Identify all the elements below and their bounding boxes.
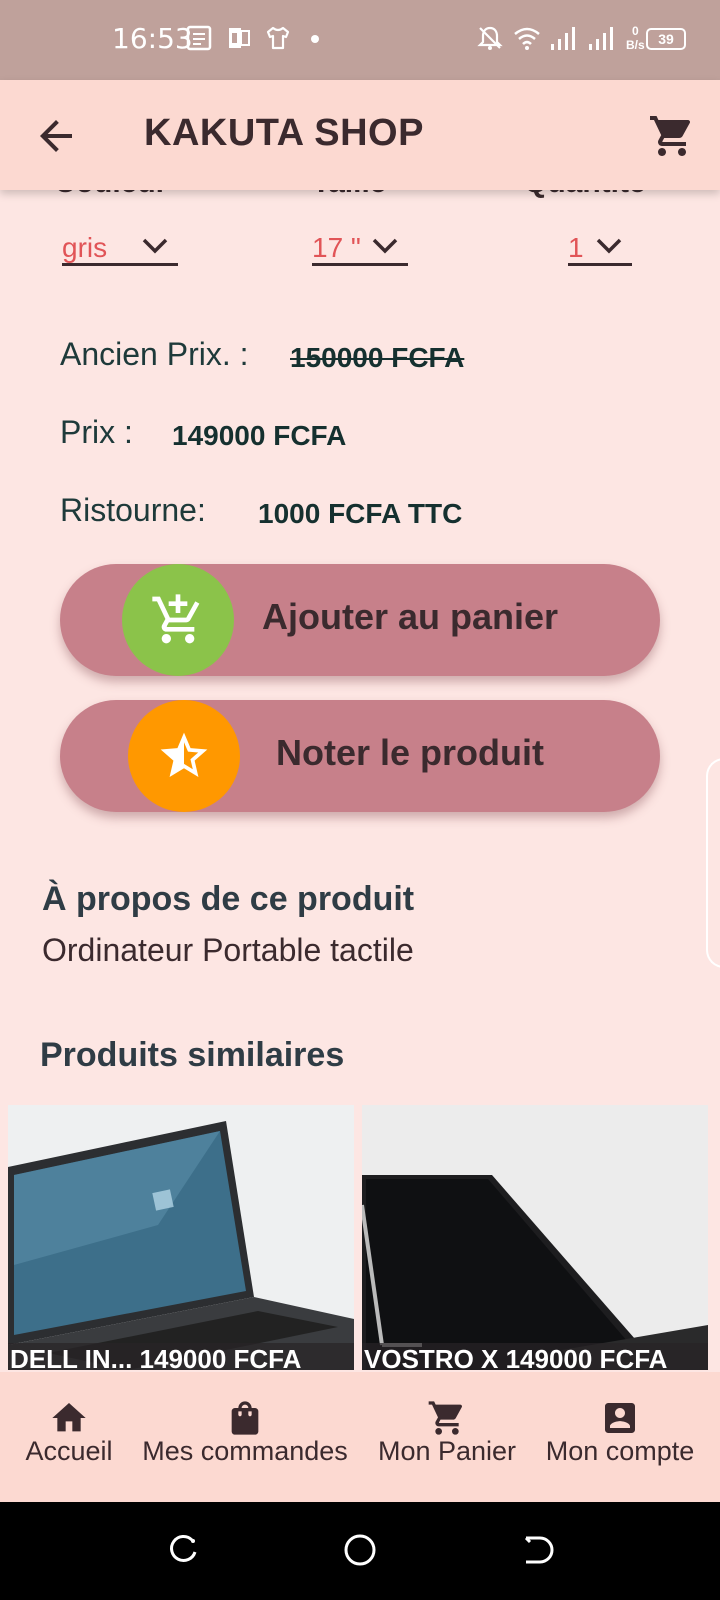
nav-item-home[interactable]: Accueil xyxy=(10,1372,128,1502)
rate-product-label: Noter le produit xyxy=(276,732,544,773)
news-icon xyxy=(186,25,212,51)
similar-products-title: Produits similaires xyxy=(40,1036,345,1074)
size-value: 17 " xyxy=(312,232,361,263)
old-price-value: 150000 FCFA xyxy=(290,342,465,373)
battery-indicator: 39 xyxy=(646,28,686,50)
discount-value: 1000 FCFA TTC xyxy=(258,498,463,529)
system-navigation-bar xyxy=(0,1502,720,1600)
app-header: KAKUTA SHOP xyxy=(0,80,720,190)
app-title: KAKUTA SHOP xyxy=(144,112,424,154)
laptop-image xyxy=(8,1105,354,1370)
quantity-dropdown[interactable]: 1 xyxy=(568,226,632,266)
rate-circle xyxy=(128,700,240,812)
old-price-label: Ancien Prix. : xyxy=(60,336,249,372)
price-value: 149000 FCFA xyxy=(172,420,347,451)
signal-icon xyxy=(551,27,575,50)
nav-label-orders: Mes commandes xyxy=(142,1436,348,1466)
back-button-icon[interactable] xyxy=(518,1532,554,1568)
wifi-icon xyxy=(514,27,540,50)
add-cart-circle xyxy=(122,564,234,676)
product-caption: VOSTRO X 149000 FCFA xyxy=(362,1343,708,1370)
nav-item-orders[interactable]: Mes commandes xyxy=(134,1372,356,1502)
chevron-down-icon xyxy=(372,238,398,254)
cart-icon xyxy=(428,1401,463,1435)
rate-product-button[interactable]: Noter le produit xyxy=(60,700,660,812)
mute-icon xyxy=(477,26,503,50)
similar-product-card[interactable]: DELL IN... 149000 FCFA xyxy=(8,1105,354,1370)
laptop-image xyxy=(362,1105,708,1370)
recent-apps-icon[interactable] xyxy=(166,1532,202,1568)
nav-item-account[interactable]: Mon compte xyxy=(536,1372,704,1502)
account-icon xyxy=(605,1403,635,1433)
network-speed: 0 B/s xyxy=(626,24,645,52)
bottom-navigation: Accueil Mes commandes Mon Panier Mon com… xyxy=(0,1372,720,1502)
about-title: À propos de ce produit xyxy=(42,880,415,918)
star-half-icon xyxy=(160,732,208,777)
shirt-icon xyxy=(266,26,290,50)
color-dropdown[interactable]: gris xyxy=(62,226,178,266)
status-bar: 16:53 0 B/s 39 xyxy=(0,0,720,80)
price-label: Prix : xyxy=(60,414,133,450)
side-drawer-handle[interactable] xyxy=(706,758,720,968)
arrow-back-icon[interactable] xyxy=(32,112,80,160)
nav-label-account: Mon compte xyxy=(545,1436,695,1466)
chevron-down-icon xyxy=(142,238,168,254)
similar-product-card[interactable]: VOSTRO X 149000 FCFA xyxy=(362,1105,708,1370)
quantity-value: 1 xyxy=(568,232,584,263)
product-caption: DELL IN... 149000 FCFA xyxy=(8,1343,354,1370)
nav-item-cart[interactable]: Mon Panier xyxy=(370,1372,524,1502)
home-button-icon[interactable] xyxy=(342,1532,378,1568)
nav-label-home: Accueil xyxy=(25,1436,113,1466)
add-shopping-cart-icon xyxy=(152,594,200,644)
cart-icon[interactable] xyxy=(648,112,696,160)
add-to-cart-label: Ajouter au panier xyxy=(262,596,559,637)
discount-label: Ristourne: xyxy=(60,492,206,528)
add-to-cart-button[interactable]: Ajouter au panier xyxy=(60,564,660,676)
about-description: Ordinateur Portable tactile xyxy=(42,932,414,968)
nav-label-cart: Mon Panier xyxy=(377,1436,517,1466)
signal-icon xyxy=(589,27,613,50)
office-icon xyxy=(229,28,250,48)
home-icon xyxy=(52,1403,86,1432)
chevron-down-icon xyxy=(596,238,622,254)
size-dropdown[interactable]: 17 " xyxy=(312,226,408,266)
color-value: gris xyxy=(62,232,108,263)
product-detail-content[interactable]: Couleur Taille Quantité gris 17 " 1 Anci… xyxy=(0,80,720,1370)
status-time: 16:53 xyxy=(112,22,193,55)
dot-icon xyxy=(311,35,319,43)
shopping-bag-icon xyxy=(231,1401,259,1435)
